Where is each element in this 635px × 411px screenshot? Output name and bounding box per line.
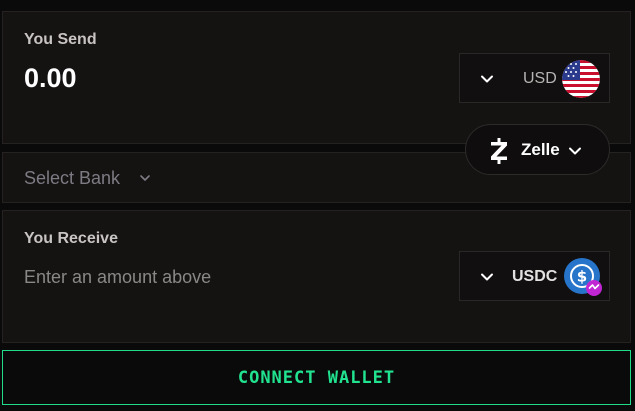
send-amount-input[interactable]: 0.00 xyxy=(24,63,77,94)
receive-amount-placeholder: Enter an amount above xyxy=(24,267,212,287)
select-bank-label: Select Bank xyxy=(24,168,121,188)
receive-currency-code: USDC xyxy=(512,268,558,285)
receive-label: You Receive xyxy=(24,230,118,247)
chevron-down-icon xyxy=(569,147,581,155)
chevron-down-icon xyxy=(481,273,493,281)
send-currency-code: USD xyxy=(523,70,557,87)
us-flag-icon xyxy=(562,60,600,98)
chevron-down-icon xyxy=(481,75,493,83)
zelle-icon xyxy=(491,138,507,164)
payment-method-select[interactable]: Zelle xyxy=(465,124,610,175)
receive-currency-select[interactable]: USDC $ xyxy=(459,251,610,301)
connect-wallet-button[interactable]: CONNECT WALLET xyxy=(2,350,631,405)
chevron-down-icon xyxy=(140,175,150,181)
send-currency-select[interactable]: USD xyxy=(459,53,610,103)
receive-panel: You Receive Enter an amount above USDC $ xyxy=(2,210,631,343)
svg-text:$: $ xyxy=(577,268,587,286)
send-label: You Send xyxy=(24,31,97,48)
payment-method-label: Zelle xyxy=(521,140,560,159)
usdc-icon: $ xyxy=(563,257,602,296)
